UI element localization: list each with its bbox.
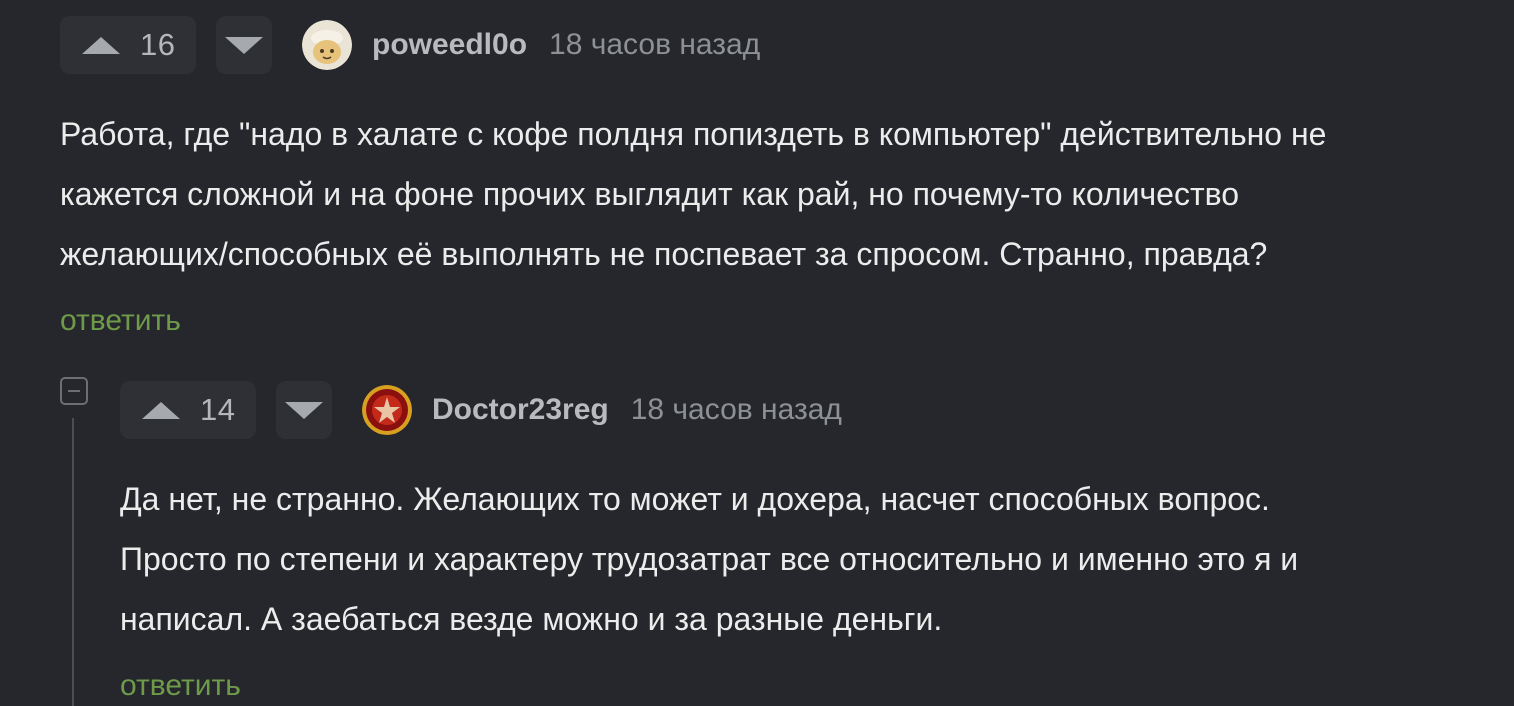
comment-line: Работа, где "надо в халате с кофе полдня… (60, 116, 1327, 152)
comment-header: 16 poweedl0o 18 часов назад (60, 16, 1480, 74)
collapse-thread-button[interactable] (60, 377, 88, 405)
timestamp: 18 часов назад (549, 28, 761, 61)
avatar[interactable] (302, 20, 352, 70)
avatar[interactable] (362, 385, 412, 435)
upvote-arrow-icon[interactable] (82, 36, 120, 54)
rating-count: 14 (200, 392, 236, 427)
downvote-arrow-icon (225, 36, 263, 54)
reply-link[interactable]: ответить (120, 669, 241, 703)
comment-line: Просто по степени и характеру трудозатра… (120, 541, 1299, 577)
comments-page: 16 poweedl0o 18 часов назад Работа, где … (0, 0, 1514, 706)
downvote-button[interactable] (216, 16, 272, 74)
comment: 14 Doctor23reg 18 часов назад Да нет, не… (120, 381, 1480, 703)
comment-line: кажется сложной и на фоне прочих выгляди… (60, 176, 1240, 212)
reply-link[interactable]: ответить (60, 304, 181, 338)
comment-text: Да нет, не странно. Желающих то может и … (120, 469, 1480, 649)
comment-text: Работа, где "надо в халате с кофе полдня… (60, 104, 1480, 284)
username[interactable]: Doctor23reg (432, 393, 609, 427)
comment-line: Да нет, не странно. Желающих то может и … (120, 481, 1270, 517)
timestamp: 18 часов назад (630, 393, 842, 426)
rating-count: 16 (140, 27, 176, 62)
comment-line: желающих/способных её выполнять не поспе… (60, 236, 1268, 272)
rating-box: 14 (120, 381, 256, 439)
comment: 16 poweedl0o 18 часов назад Работа, где … (60, 16, 1480, 338)
username[interactable]: poweedl0o (372, 28, 527, 62)
thread-line[interactable] (72, 418, 74, 706)
comment-header: 14 Doctor23reg 18 часов назад (120, 381, 1480, 439)
upvote-arrow-icon[interactable] (142, 401, 180, 419)
downvote-arrow-icon (285, 401, 323, 419)
downvote-button[interactable] (276, 381, 332, 439)
rating-box: 16 (60, 16, 196, 74)
comment-line: написал. А заебаться везде можно и за ра… (120, 601, 943, 637)
